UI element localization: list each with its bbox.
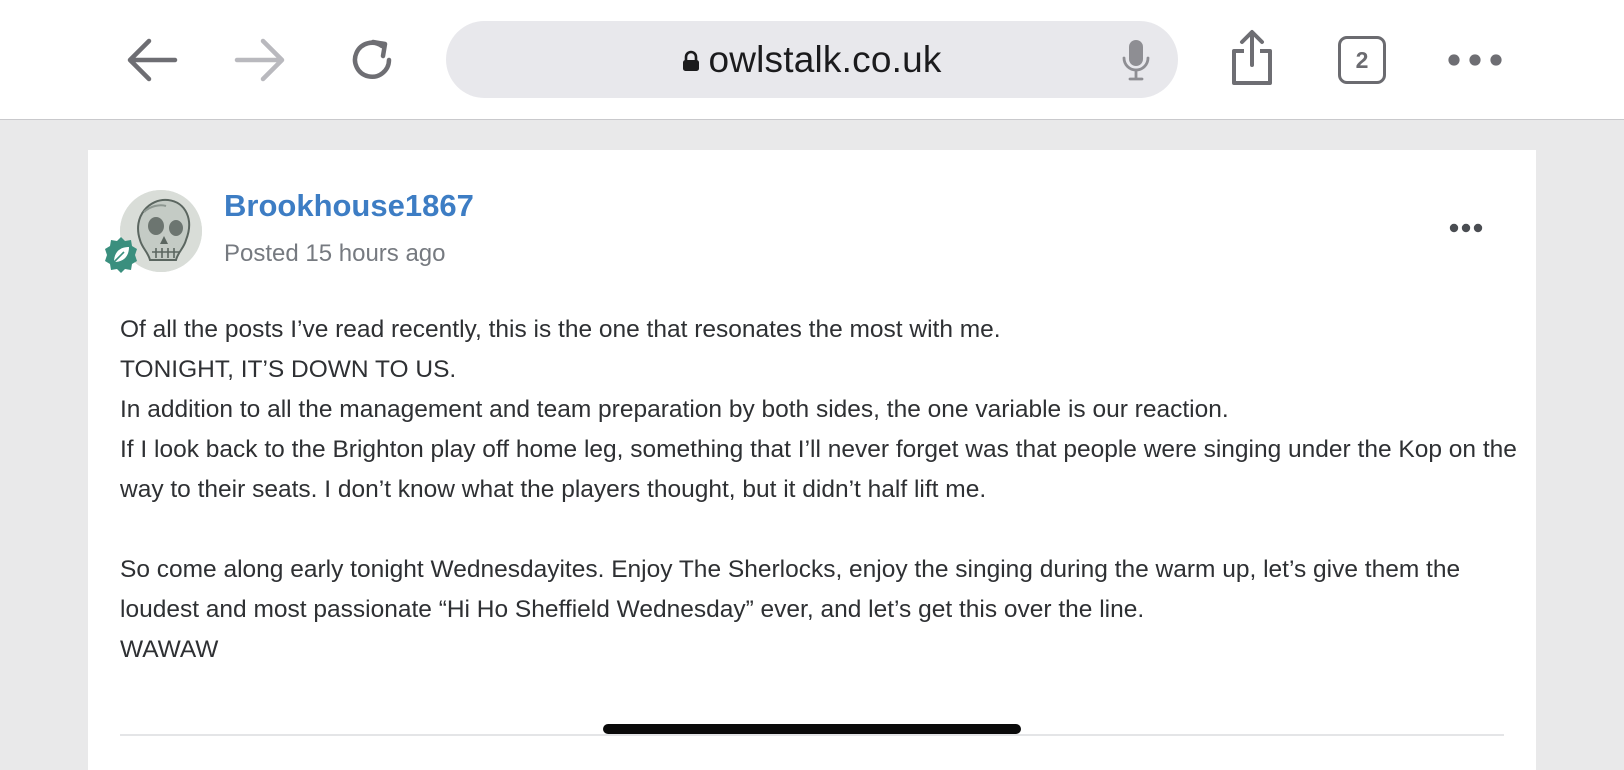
post-paragraph: If I look back to the Brighton play off … <box>120 436 1517 503</box>
back-arrow-icon <box>127 38 178 82</box>
url-text: owlstalk.co.uk <box>708 38 942 80</box>
post-paragraph: In addition to all the management and te… <box>120 396 1229 423</box>
address-bar[interactable]: owlstalk.co.uk <box>446 21 1178 98</box>
share-button[interactable] <box>1222 24 1282 92</box>
browser-toolbar: owlstalk.co.uk 2 <box>0 0 1624 120</box>
browser-menu-button[interactable] <box>1440 42 1510 78</box>
more-dots-icon <box>1448 54 1502 66</box>
post-options-button[interactable] <box>1446 218 1486 238</box>
tabs-button[interactable]: 2 <box>1338 36 1386 84</box>
rank-badge <box>102 236 140 274</box>
share-icon <box>1232 30 1272 85</box>
post-card: Brookhouse1867 Posted 15 hours ago Of al… <box>88 150 1536 770</box>
leaf-badge-icon <box>105 237 137 273</box>
post-content: Of all the posts I’ve read recently, thi… <box>120 310 1520 670</box>
post-timestamp: Posted 15 hours ago <box>224 240 446 267</box>
post-blank-line <box>120 510 1520 550</box>
reload-button[interactable] <box>340 28 404 92</box>
lock-icon <box>682 50 700 72</box>
home-indicator[interactable] <box>603 724 1021 734</box>
forward-button[interactable] <box>228 28 292 92</box>
post-divider <box>120 734 1504 736</box>
author-name-link[interactable]: Brookhouse1867 <box>224 188 474 224</box>
microphone-icon[interactable] <box>1120 38 1152 82</box>
post-paragraph: WAWAW <box>120 636 219 663</box>
post-paragraph: So come along early tonight Wednesdayite… <box>120 556 1461 623</box>
post-paragraph: Of all the posts I’ve read recently, thi… <box>120 316 1001 343</box>
post-paragraph: TONIGHT, IT’S DOWN TO US. <box>120 356 457 383</box>
back-button[interactable] <box>120 28 184 92</box>
forward-arrow-icon <box>234 38 285 82</box>
more-dots-icon <box>1449 223 1483 233</box>
reload-icon <box>352 39 392 79</box>
